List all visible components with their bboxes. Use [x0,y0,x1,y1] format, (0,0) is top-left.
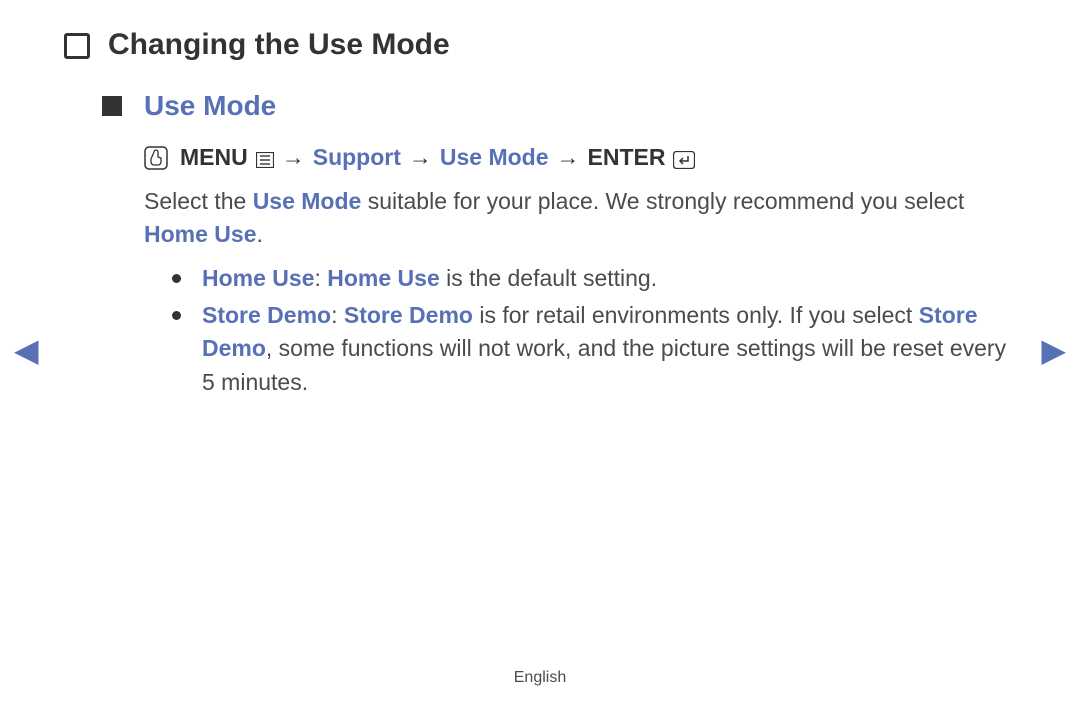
intro-part1: Select the [144,188,253,214]
home-use-label2: Home Use [327,265,439,291]
store-demo-label2: Store Demo [344,302,473,328]
subtitle: Use Mode [102,90,1020,122]
bullet-store-demo: Store Demo: Store Demo is for retail env… [172,299,1020,399]
intro-term2: Home Use [144,221,256,247]
section: Use Mode MENU → Support → Use Mode → ENT… [102,90,1020,399]
arrow-2: → [409,144,432,171]
store-demo-rest2: , some functions will not work, and the … [202,335,1006,394]
enter-label: ENTER [588,144,666,171]
store-demo-label: Store Demo [202,302,331,328]
intro-term1: Use Mode [253,188,362,214]
nav-item-support: Support [313,144,401,171]
store-demo-sep: : [331,302,344,328]
section-marker-icon [64,33,90,59]
intro-text: Select the Use Mode suitable for your pl… [144,185,1020,252]
nav-path: MENU → Support → Use Mode → ENTER [144,144,1020,171]
page-title-text: Changing the Use Mode [108,28,450,62]
home-use-rest: is the default setting. [440,265,657,291]
touch-icon [144,146,168,170]
enter-icon [673,151,695,169]
page-title: Changing the Use Mode [64,28,1020,62]
store-demo-rest1: is for retail environments only. If you … [473,302,919,328]
subtitle-text: Use Mode [144,90,276,122]
intro-part3: . [256,221,262,247]
prev-page-button[interactable]: ◀ [14,334,39,366]
next-page-button[interactable]: ▶ [1041,334,1066,366]
footer-language: English [0,669,1080,687]
arrow-3: → [557,144,580,171]
home-use-label: Home Use [202,265,314,291]
subtitle-bullet-icon [102,96,122,116]
home-use-sep: : [314,265,327,291]
menu-label: MENU [180,144,248,171]
bullet-home-use: Home Use: Home Use is the default settin… [172,262,1020,295]
bullet-list: Home Use: Home Use is the default settin… [172,262,1020,399]
intro-part2: suitable for your place. We strongly rec… [361,188,964,214]
nav-item-use-mode: Use Mode [440,144,549,171]
menu-icon [256,152,274,168]
arrow-1: → [282,144,305,171]
